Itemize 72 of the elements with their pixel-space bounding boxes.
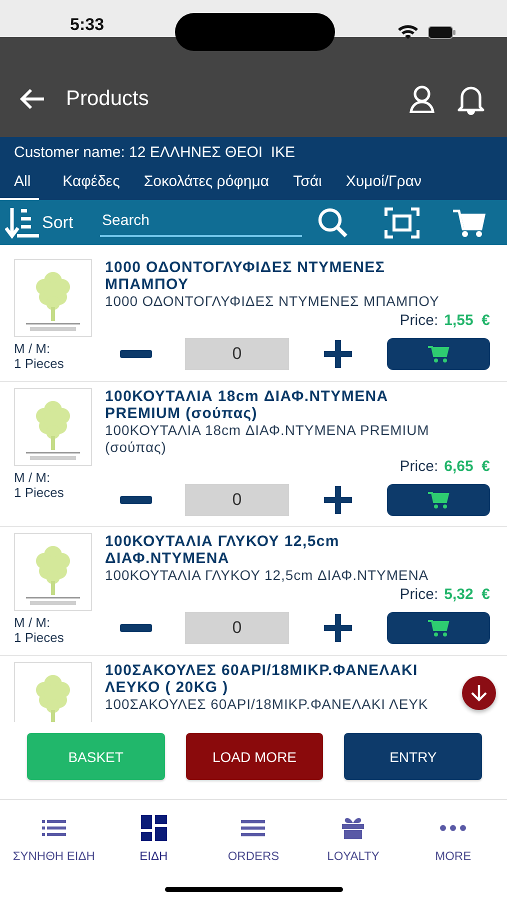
category-tab[interactable]: Καφέδες <box>62 168 120 200</box>
more-icon <box>439 824 468 832</box>
cart-icon <box>428 491 450 509</box>
unit-label: M / M: <box>14 341 52 356</box>
load-more-button[interactable]: LOAD MORE <box>186 733 324 780</box>
cart-button[interactable] <box>452 208 486 238</box>
product-title: 100ΚΟΥΤΑΛΙΑ 18cm ΔΙΑΦ.ΝΤΥΜΕΝΑ PREMIUM (σούπας) <box>105 388 390 422</box>
quantity-field[interactable]: 0 <box>185 484 289 516</box>
scan-icon <box>384 206 420 238</box>
minus-icon <box>120 624 152 632</box>
price-value: 6,65 € <box>444 458 490 475</box>
profile-button[interactable] <box>409 84 435 112</box>
quantity-field[interactable]: 0 <box>185 612 289 644</box>
price-label: Price: <box>400 458 438 475</box>
nav-tab[interactable]: ΣΥΝΗΘΗ ΕΙΔΗ <box>4 800 104 872</box>
unit-value: 1 Pieces <box>14 485 65 500</box>
add-to-cart-button[interactable] <box>387 338 490 370</box>
cart-icon <box>428 345 450 363</box>
nav-tab[interactable]: LOYALTY <box>303 800 404 872</box>
entry-button[interactable]: ENTRY <box>344 733 482 780</box>
user-icon <box>409 84 435 112</box>
gift-icon <box>341 817 366 839</box>
category-tab[interactable]: Σοκολάτες ρόφημα <box>144 168 270 200</box>
cart-icon <box>452 208 486 238</box>
unit-label: M / M: <box>14 615 52 630</box>
product-description: 100ΚΟΥΤΑΛΙΑ ΓΛΥΚΟΥ 12,5cm ΔΙΑΦ.ΝΤΥΜΕΝΑ <box>105 567 429 584</box>
arrow-down-icon <box>471 684 487 702</box>
list-icon <box>42 818 66 838</box>
unit-value: 1 Pieces <box>14 356 65 371</box>
cart-icon <box>428 619 450 637</box>
nav-tab[interactable]: MORE <box>403 800 503 872</box>
product-description: 1000 ΟΔΟΝΤΟΓΛΥΦΙΔΕΣ ΝΤΥΜΕΝΕΣ ΜΠΑΜΠΟΥ <box>105 293 440 310</box>
plus-icon <box>322 612 354 644</box>
product-description: 100ΚΟΥΤΑΛΙΑ 18cm ΔΙΑΦ.ΝΤΥΜΕΝΑ PREMIUM (σούπας) <box>105 422 430 456</box>
increase-button[interactable] <box>322 338 354 370</box>
back-arrow-icon <box>18 86 46 110</box>
plus-icon <box>322 338 354 370</box>
status-time: 5:33 <box>70 15 104 35</box>
search-icon <box>316 206 350 238</box>
unit-value: 1 Pieces <box>14 630 65 645</box>
sort-button[interactable]: Sort <box>0 206 96 240</box>
plus-icon <box>322 484 354 516</box>
category-tab[interactable]: Τσάι <box>293 168 322 200</box>
search-button[interactable] <box>316 206 350 238</box>
price-value: 5,32 € <box>444 586 490 603</box>
product-title: 100ΣΑΚΟΥΛΕΣ 60ΑΡΙ/18ΜΙΚΡ.ΦΑΝΕΛΑΚΙ ΛΕΥΚΟ ( 20KG ) <box>105 662 419 696</box>
nav-tab[interactable]: ORDERS <box>204 800 304 872</box>
price-label: Price: <box>400 312 438 329</box>
minus-icon <box>120 350 152 358</box>
menu-icon <box>241 818 266 838</box>
customer-name: Customer name: 12 ΕΛΛΗΝΕΣ ΘΕΟΙ ΙΚΕ <box>13 143 296 162</box>
product-title: 100ΚΟΥΤΑΛΙΑ ΓΛΥΚΟΥ 12,5cm ΔΙΑΦ.ΝΤΥΜΕΝΑ <box>105 533 340 567</box>
minus-icon <box>120 496 152 504</box>
battery-icon <box>428 26 456 39</box>
sort-icon <box>5 206 41 240</box>
page-title: Products <box>66 86 150 110</box>
add-to-cart-button[interactable] <box>387 612 490 644</box>
price-value: 1,55 € <box>444 312 490 329</box>
product-description: 100ΣΑΚΟΥΛΕΣ 60ΑΡΙ/18ΜΙΚΡ.ΦΑΝΕΛΑΚΙ ΛΕΥΚ <box>105 696 428 713</box>
dashboard-icon <box>140 815 167 841</box>
nav-tab[interactable]: ΕΙΔΗ <box>104 800 204 872</box>
price-label: Price: <box>400 586 438 603</box>
unit-label: M / M: <box>14 470 52 485</box>
quantity-field[interactable]: 0 <box>185 338 289 370</box>
add-to-cart-button[interactable] <box>387 484 490 516</box>
back-button[interactable] <box>18 86 46 110</box>
increase-button[interactable] <box>322 484 354 516</box>
wifi-icon <box>397 24 419 40</box>
category-tab[interactable]: Χυμοί/Γραν <box>346 168 422 200</box>
product-title: 1000 ΟΔΟΝΤΟΓΛΥΦΙΔΕΣ ΝΤΥΜΕΝΕΣ ΜΠΑΜΠΟΥ <box>105 259 386 293</box>
scan-button[interactable] <box>384 206 420 238</box>
increase-button[interactable] <box>322 612 354 644</box>
